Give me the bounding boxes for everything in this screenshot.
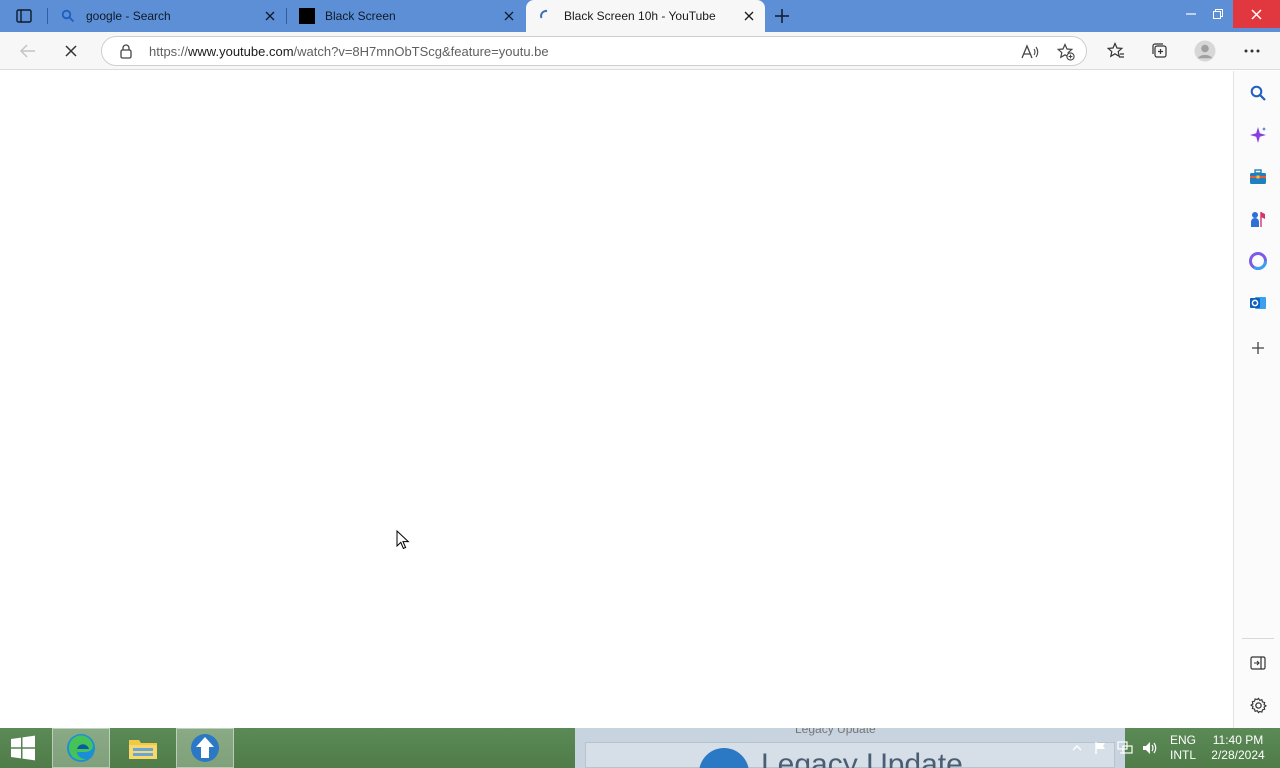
- url-prefix: https://: [149, 44, 189, 59]
- settings-more-button[interactable]: [1238, 37, 1266, 65]
- mouse-cursor-icon: [396, 530, 410, 550]
- sidebar-games-button[interactable]: [1246, 207, 1270, 231]
- clock-time: 11:40 PM: [1212, 733, 1264, 747]
- search-icon: [60, 8, 76, 24]
- taskbar-edge-button[interactable]: [52, 728, 110, 768]
- sidebar-search-button[interactable]: [1246, 81, 1270, 105]
- tools-icon: [1250, 169, 1266, 184]
- wallpaper-text-small: Legacy Update: [795, 728, 876, 736]
- sidebar-outlook-button[interactable]: [1246, 291, 1270, 315]
- more-icon: [1244, 49, 1260, 53]
- restore-icon: [1213, 9, 1223, 19]
- stop-loading-button[interactable]: [57, 37, 85, 65]
- back-button[interactable]: [14, 37, 42, 65]
- chevron-up-icon: [1072, 745, 1082, 751]
- sidebar-settings-button[interactable]: [1246, 693, 1270, 717]
- plus-icon: [775, 9, 789, 23]
- sidebar-office-button[interactable]: [1246, 249, 1270, 273]
- sidebar-divider: [1242, 638, 1274, 639]
- wallpaper-text-large: Legacy Update: [761, 748, 963, 768]
- legacy-update-icon: [191, 734, 219, 762]
- collections-button[interactable]: [1146, 37, 1174, 65]
- lock-icon[interactable]: [118, 43, 134, 59]
- tab-youtube-active[interactable]: Black Screen 10h - YouTube: [526, 0, 765, 32]
- collections-icon: [1152, 43, 1167, 58]
- url-path: /watch?v=8H7mnObTScg&feature=youtu.be: [293, 44, 549, 59]
- desktop-wallpaper-window: Legacy Update Legacy Update: [575, 728, 1125, 768]
- edge-sidebar: [1233, 71, 1280, 728]
- address-toolbar: https://www.youtube.com/watch?v=8H7mnObT…: [0, 32, 1280, 70]
- url-host: www.youtube.com: [188, 44, 294, 59]
- action-center-button[interactable]: [1091, 728, 1111, 768]
- language-indicator[interactable]: ENG INTL: [1165, 733, 1201, 763]
- close-tab-icon[interactable]: [739, 6, 759, 26]
- sidebar-copilot-button[interactable]: [1246, 123, 1270, 147]
- copilot-icon: [1250, 127, 1266, 143]
- read-aloud-icon: [1021, 44, 1039, 59]
- favorites-icon: [1107, 42, 1124, 58]
- page-content[interactable]: [0, 71, 1233, 728]
- address-bar[interactable]: https://www.youtube.com/watch?v=8H7mnObT…: [101, 36, 1087, 66]
- hide-sidebar-icon: [1250, 656, 1266, 670]
- tab-title: Black Screen: [325, 9, 396, 23]
- star-add-icon: [1057, 43, 1075, 61]
- url-text[interactable]: https://www.youtube.com/watch?v=8H7mnObT…: [149, 44, 549, 59]
- tab-title: Black Screen 10h - YouTube: [564, 9, 716, 23]
- tab-google-search[interactable]: google - Search: [48, 0, 286, 32]
- tab-title: google - Search: [86, 9, 171, 23]
- language-code: ENG: [1169, 733, 1196, 747]
- close-window-button[interactable]: [1233, 0, 1280, 28]
- volume-icon: [1143, 742, 1157, 754]
- tab-strip: google - Search Black Screen Black Scree…: [0, 0, 1280, 32]
- start-button[interactable]: [6, 733, 40, 763]
- keyboard-layout: INTL: [1169, 748, 1196, 762]
- restore-button[interactable]: [1203, 0, 1233, 28]
- close-tab-icon[interactable]: [499, 6, 519, 26]
- close-tab-icon[interactable]: [260, 6, 280, 26]
- add-icon: [1252, 342, 1264, 354]
- black-square-icon: [299, 8, 315, 24]
- taskbar: Legacy Update Legacy Update ENG INTL 11:…: [0, 728, 1280, 768]
- network-button[interactable]: [1115, 728, 1135, 768]
- sidebar-add-button[interactable]: [1246, 336, 1270, 360]
- hide-sidebar-button[interactable]: [1246, 651, 1270, 675]
- tab-black-screen[interactable]: Black Screen: [287, 0, 525, 32]
- edge-icon: [67, 734, 95, 762]
- clock-date: 2/28/2024: [1211, 748, 1265, 762]
- read-aloud-button[interactable]: [1018, 40, 1042, 64]
- sidebar-tools-button[interactable]: [1246, 165, 1270, 189]
- taskbar-explorer-button[interactable]: [114, 728, 172, 768]
- windows-logo-icon: [11, 735, 35, 761]
- profile-button[interactable]: [1191, 37, 1219, 65]
- favorites-button[interactable]: [1102, 37, 1130, 65]
- add-favorite-button[interactable]: [1054, 40, 1078, 64]
- file-explorer-icon: [129, 740, 157, 759]
- network-icon: [1117, 741, 1133, 754]
- office-icon: [1249, 252, 1267, 270]
- stop-icon: [65, 45, 77, 57]
- clock[interactable]: 11:40 PM 2/28/2024: [1207, 733, 1269, 763]
- outlook-icon: [1250, 297, 1266, 309]
- search-icon: [1250, 85, 1266, 101]
- close-icon: [1251, 8, 1262, 20]
- loading-spinner-icon: [538, 8, 554, 24]
- volume-button[interactable]: [1139, 728, 1161, 768]
- flag-icon: [1095, 742, 1105, 754]
- tab-actions-button[interactable]: [8, 5, 40, 27]
- avatar-icon: [1194, 40, 1216, 62]
- tab-actions-icon: [16, 9, 32, 23]
- arrow-left-icon: [20, 44, 35, 58]
- show-hidden-icons-button[interactable]: [1068, 728, 1086, 768]
- new-tab-button[interactable]: [771, 5, 793, 27]
- settings-icon: [1249, 697, 1267, 713]
- taskbar-legacy-update-button[interactable]: [176, 728, 234, 768]
- games-icon: [1251, 212, 1265, 227]
- minimize-icon: [1186, 13, 1196, 15]
